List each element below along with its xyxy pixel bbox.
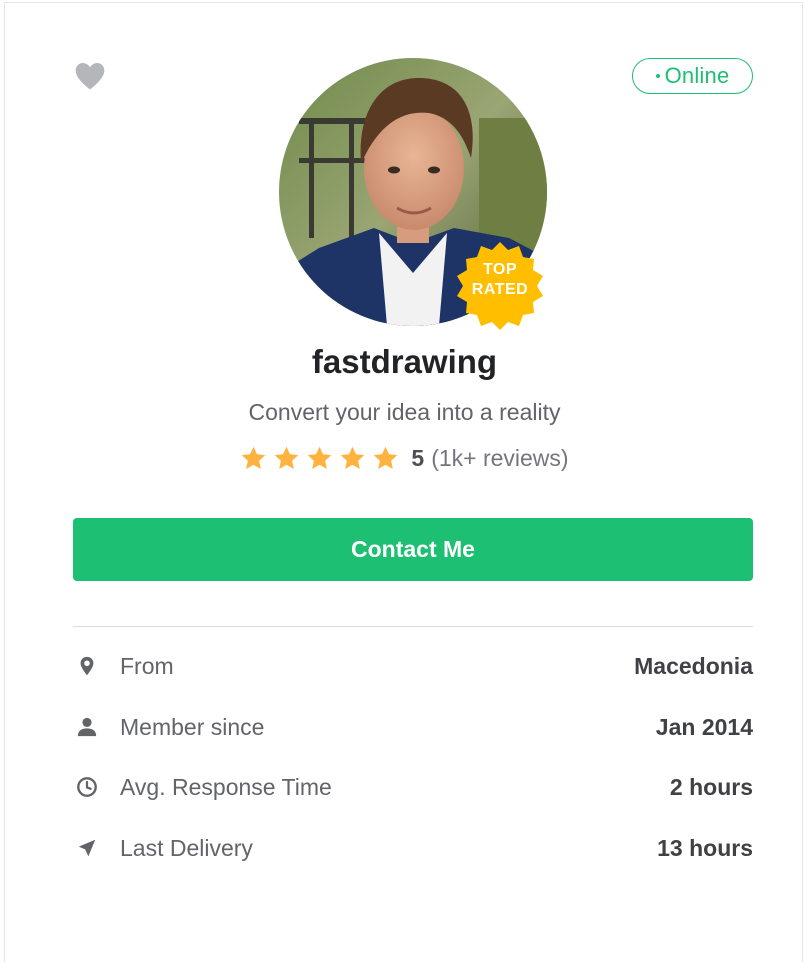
stat-row-last-delivery: Last Delivery 13 hours xyxy=(73,835,753,896)
star-icon xyxy=(341,446,365,469)
clock-icon xyxy=(77,777,97,797)
seller-tagline: Convert your idea into a reality xyxy=(248,399,561,425)
status-dot xyxy=(655,74,660,78)
stat-row-member-since: Member since Jan 2014 xyxy=(73,714,753,775)
star-icon xyxy=(242,446,266,469)
rating-score: 5 xyxy=(411,445,425,471)
paper-plane-icon xyxy=(78,839,96,856)
status-label: Online xyxy=(664,63,730,88)
star-icon xyxy=(374,446,398,469)
review-count[interactable]: (1k+ reviews) xyxy=(431,445,568,472)
badge-line-1: TOP xyxy=(482,261,518,278)
user-icon xyxy=(77,717,97,736)
stat-label: Last Delivery xyxy=(120,834,253,861)
stat-value: 2 hours xyxy=(669,774,753,800)
divider xyxy=(73,626,753,627)
star-icon xyxy=(275,446,299,469)
badge-line-2: RATED xyxy=(471,281,529,298)
stat-value: Macedonia xyxy=(634,653,753,679)
stat-row-from: From Macedonia xyxy=(73,653,753,714)
star-rating xyxy=(240,445,405,472)
stat-value: Jan 2014 xyxy=(655,713,753,740)
star-icon xyxy=(308,446,332,469)
seller-stats: From Macedonia Member since Jan 2014 Avg… xyxy=(73,653,753,895)
stat-label: Member since xyxy=(120,713,265,740)
online-status-badge: Online xyxy=(632,58,753,94)
stat-row-response-time: Avg. Response Time 2 hours xyxy=(73,774,753,835)
seller-username[interactable]: fastdrawing xyxy=(5,343,804,381)
top-rated-badge: TOP RATED xyxy=(452,238,548,334)
seller-card: Online TOP RATED fastdrawing Convert you… xyxy=(4,2,803,962)
contact-me-button[interactable]: Contact Me xyxy=(73,518,753,581)
stat-value: 13 hours xyxy=(657,834,753,861)
rating: 5 (1k+ reviews) xyxy=(5,445,804,472)
stat-label: From xyxy=(120,653,174,679)
location-pin-icon xyxy=(80,656,94,676)
heart-icon[interactable] xyxy=(73,61,107,91)
stat-label: Avg. Response Time xyxy=(120,774,332,800)
